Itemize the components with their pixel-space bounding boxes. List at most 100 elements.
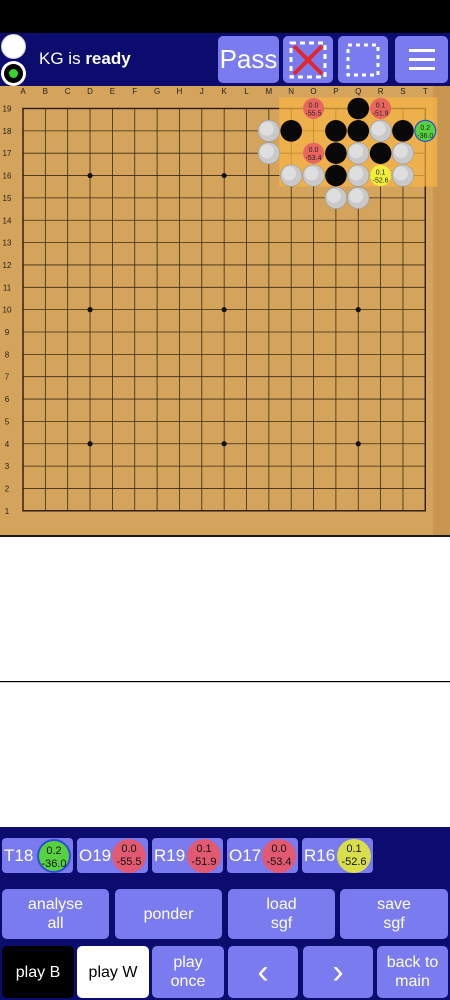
system-status-bar [0,0,450,33]
engine-status-icon [1,61,26,86]
column-label: O [310,87,316,96]
back-to-main-button[interactable]: back to main [377,946,448,998]
column-label: S [400,87,405,96]
candidate-winrate: 0.0 [309,147,319,154]
white-stone-highlight [304,166,319,181]
column-label: H [177,87,183,96]
menu-button[interactable] [395,36,448,83]
previous-move-button[interactable]: ‹ [228,946,298,998]
row-label: 11 [3,283,12,292]
row-label: 16 [3,172,12,181]
hoshi-point [87,307,93,313]
candidate-winrate: 0.1 [376,170,386,177]
row-label: 5 [5,417,10,426]
board-canvas[interactable]: A B C D E F G H J K L M N O P Q R S T191817161514131211109… [0,86,450,535]
black-stone [325,142,347,164]
hoshi-point [87,441,93,447]
go-board[interactable]: A B C D E F G H J K L M N O P Q R S T 19 18 17 16 15 14 13 12 11 10 9… [0,86,450,535]
candidate-move-stats: 0.1 -51.9 [187,839,221,873]
row-label: 1 [5,507,10,516]
save-sgf-button[interactable]: save sgf [340,889,448,939]
white-stone-highlight [393,166,408,181]
column-label: P [333,87,338,96]
hoshi-point [355,441,361,447]
row-label: 12 [3,261,12,270]
column-label: N [288,87,294,96]
white-stone-highlight [326,188,341,203]
candidate-move-stats: 0.2 -36.0 [37,839,71,873]
candidate-move-button[interactable]: O19 0.0 -55.5 [77,838,148,873]
candidate-move-stats: 0.0 -55.5 [112,839,146,873]
candidate-move-button[interactable]: O17 0.0 -53.4 [227,838,298,873]
black-stone [325,164,347,187]
white-stone-highlight [349,166,364,181]
black-stone [347,97,370,120]
candidate-move-coord: O17 [229,846,262,865]
row-label: 13 [3,239,12,248]
play-white-button[interactable]: play W [77,946,149,998]
load-sgf-button[interactable]: load sgf [228,889,335,939]
candidate-move-button[interactable]: R16 0.1 -52.6 [302,838,373,873]
row-label: 2 [5,484,10,493]
candidate-score: -36.0 [417,133,433,140]
candidate-move-button[interactable]: R19 0.1 -51.9 [152,838,223,873]
resign-button[interactable] [283,36,333,83]
analysis-panel-upper [0,535,450,681]
candidate-move-coord: T18 [4,846,34,865]
black-stone [392,120,414,142]
column-label: K [221,87,227,96]
hoshi-point [355,307,361,313]
column-label: G [154,87,160,96]
column-label: Q [355,87,361,96]
column-label: B [43,87,48,96]
row-label: 14 [3,216,12,225]
row-label: 8 [5,350,10,359]
analyse-all-button[interactable]: analyse all [2,889,109,939]
resign-icon [289,41,327,78]
pass-button[interactable]: Pass [218,36,279,83]
row-label: 18 [3,127,12,136]
candidate-score: -51.9 [373,111,389,118]
engine-status: KG is ready [39,49,131,69]
white-stone-highlight [259,121,274,136]
select-region-button[interactable] [338,36,388,83]
white-stone-highlight [259,144,274,159]
column-label: T [423,87,428,96]
candidate-move-button[interactable]: T18 0.2 -36.0 [2,838,73,873]
hoshi-point [87,172,93,179]
select-region-icon [346,43,380,76]
row-label: 4 [5,440,10,449]
column-label: M [266,87,273,96]
top-toolbar: KG is ready Pass [0,33,450,86]
column-label: E [110,87,115,96]
white-stone-highlight [393,144,408,159]
column-label: A [20,87,26,96]
row-label: 7 [5,373,10,382]
hamburger-icon [408,48,435,70]
candidate-move-coord: O19 [79,846,112,865]
candidate-move-coord: R19 [154,846,186,865]
chevron-right-icon: › [332,952,344,991]
row-label: 17 [3,149,12,158]
play-black-button[interactable]: play B [2,946,74,998]
row-label: 9 [5,328,10,337]
chevron-left-icon: ‹ [257,952,269,991]
hoshi-point [221,441,227,447]
engine-status-verb: is [68,49,81,68]
candidate-winrate: 0.2 [420,125,430,132]
ponder-button[interactable]: ponder [115,889,222,939]
column-label: L [244,87,249,96]
column-label: D [87,87,93,96]
candidate-score: -55.5 [306,111,322,118]
column-label: J [200,87,204,96]
black-stone [369,142,392,164]
hoshi-point [221,172,227,179]
white-stone-highlight [349,188,364,203]
hoshi-point [221,307,227,313]
row-label: 3 [5,462,10,471]
engine-name: KG [39,49,64,68]
candidate-move-stats: 0.1 -52.6 [337,839,371,873]
play-once-button[interactable]: play once [152,946,224,998]
next-move-button[interactable]: › [303,946,373,998]
candidate-move-coord: R16 [304,846,336,865]
